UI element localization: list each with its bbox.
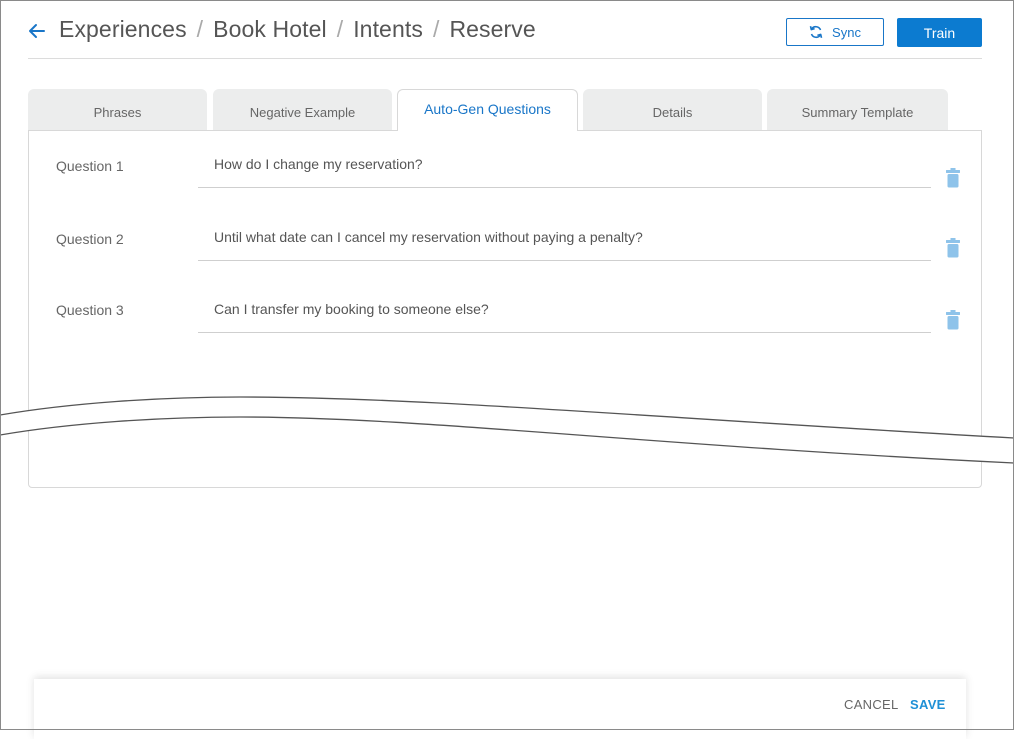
tab-negative-example[interactable]: Negative Example [213, 89, 392, 130]
question-1-field[interactable]: How do I change my reservation? [198, 156, 931, 188]
breadcrumb-item-intents[interactable]: Intents [353, 16, 423, 42]
footer-bar: CANCEL SAVE [34, 679, 966, 739]
tab-phrases[interactable]: Phrases [28, 89, 207, 130]
question-2-field[interactable]: Until what date can I cancel my reservat… [198, 229, 931, 261]
breadcrumb-separator: / [336, 16, 344, 42]
cancel-button[interactable]: CANCEL [844, 697, 899, 712]
question-3-field[interactable]: Can I transfer my booking to someone els… [198, 301, 931, 333]
sync-button[interactable]: Sync [786, 18, 884, 46]
sync-icon [809, 25, 823, 39]
question-3-label: Question 3 [56, 302, 124, 318]
page-header: Experiences / Book Hotel / Intents / Reserve S… [28, 0, 982, 59]
tab-summary-template[interactable]: Summary Template [767, 89, 948, 130]
breadcrumb-item-reserve: Reserve [449, 16, 536, 42]
tab-details[interactable]: Details [583, 89, 762, 130]
delete-question-1-trash-icon[interactable] [946, 168, 960, 188]
back-arrow-icon[interactable] [28, 18, 50, 44]
question-2-label: Question 2 [56, 231, 124, 247]
breadcrumb-item-book-hotel[interactable]: Book Hotel [213, 16, 327, 42]
breadcrumb-separator: / [432, 16, 440, 42]
tab-auto-gen-questions[interactable]: Auto-Gen Questions [397, 89, 578, 131]
question-1-label: Question 1 [56, 158, 124, 174]
page-break-tear [0, 396, 1014, 464]
train-button[interactable]: Train [897, 18, 982, 47]
breadcrumb-item-experiences[interactable]: Experiences [59, 16, 187, 42]
breadcrumb: Experiences / Book Hotel / Intents / Reserve [59, 16, 536, 43]
breadcrumb-separator: / [196, 16, 204, 42]
sync-button-label: Sync [832, 24, 861, 40]
delete-question-2-trash-icon[interactable] [946, 238, 960, 258]
save-button[interactable]: SAVE [910, 697, 946, 712]
delete-question-3-trash-icon[interactable] [946, 310, 960, 330]
